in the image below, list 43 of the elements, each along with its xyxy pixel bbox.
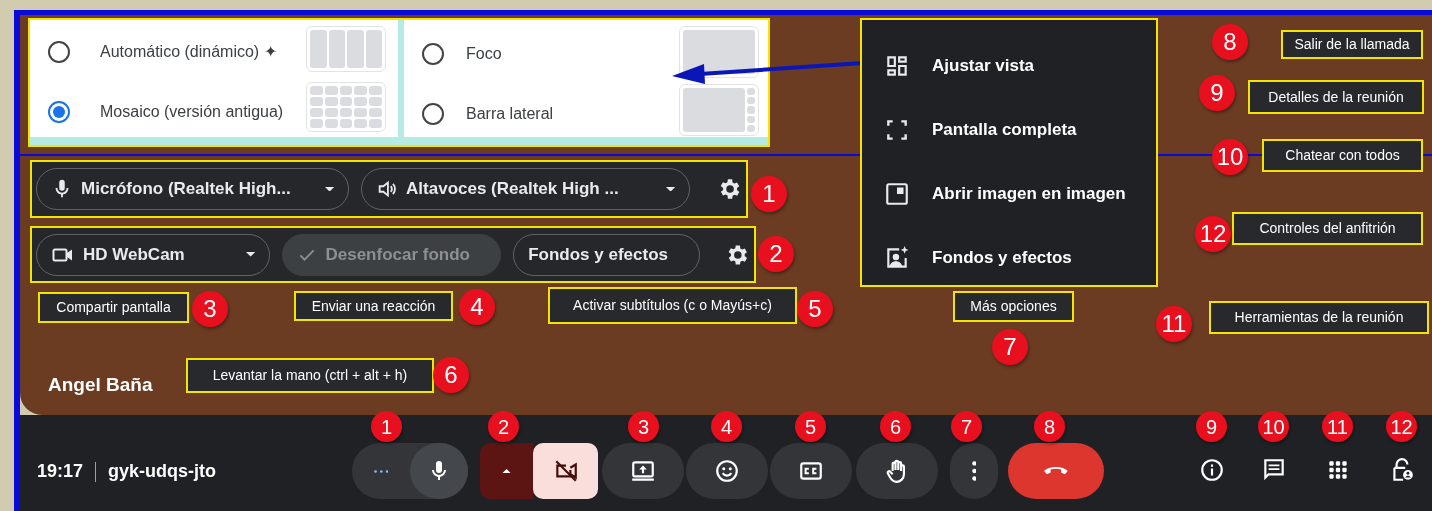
clock-time: 19:17 xyxy=(37,460,84,483)
radio-button[interactable] xyxy=(422,103,444,125)
option-label: Mosaico (versión antigua) xyxy=(100,102,284,122)
radio-button[interactable] xyxy=(48,101,70,123)
screen-share-icon xyxy=(630,458,656,484)
radio-button[interactable] xyxy=(48,41,70,63)
tooltip: Más opciones xyxy=(953,291,1074,322)
tooltip: Detalles de la reunión xyxy=(1248,80,1424,114)
option-label: Foco xyxy=(466,44,502,64)
tooltip: Compartir pantalla xyxy=(38,292,189,323)
smiley-icon xyxy=(714,458,740,484)
microphone-button[interactable] xyxy=(410,443,468,499)
option-label: Automático (dinámico) ✦ xyxy=(100,42,277,62)
tooltip: Enviar una reacción xyxy=(294,291,453,321)
more-icon xyxy=(373,469,389,473)
participant-name: Angel Baña xyxy=(48,373,153,397)
layout-icon xyxy=(884,53,910,79)
caret-icon xyxy=(501,468,512,474)
chat-icon xyxy=(1261,457,1287,483)
tooltip: Salir de la llamada xyxy=(1281,30,1423,59)
caret-icon xyxy=(665,186,676,192)
more-icon xyxy=(971,461,977,481)
caret-icon xyxy=(246,252,256,257)
picture-in-picture-icon xyxy=(884,181,910,207)
tooltip: Chatear con todos xyxy=(1262,139,1423,172)
info-icon xyxy=(1199,457,1225,483)
menu-item[interactable]: Abrir imagen en imagen xyxy=(862,162,1156,226)
caret-icon xyxy=(324,186,335,192)
tooltip: Levantar la mano (ctrl + alt + h) xyxy=(186,358,434,393)
phone-icon xyxy=(1044,467,1068,475)
speaker-icon xyxy=(376,178,399,200)
menu-item[interactable]: Ajustar vista xyxy=(862,34,1156,98)
tooltip: Activar subtítulos (c o Mayús+c) xyxy=(548,287,797,324)
tooltip: Controles del anfitrión xyxy=(1232,212,1423,245)
meeting-code: gyk-udqs-jto xyxy=(108,460,217,483)
camera-button[interactable] xyxy=(533,443,598,499)
option-label: Barra lateral xyxy=(466,104,554,124)
tooltip: Herramientas de la reunión xyxy=(1209,301,1429,334)
fullscreen-icon xyxy=(884,117,910,143)
menu-item[interactable]: Pantalla completa xyxy=(862,98,1156,162)
menu-item[interactable]: Fondos y efectos xyxy=(862,226,1156,290)
radio-button[interactable] xyxy=(422,43,444,65)
portrait-sparkle-icon xyxy=(884,245,910,271)
